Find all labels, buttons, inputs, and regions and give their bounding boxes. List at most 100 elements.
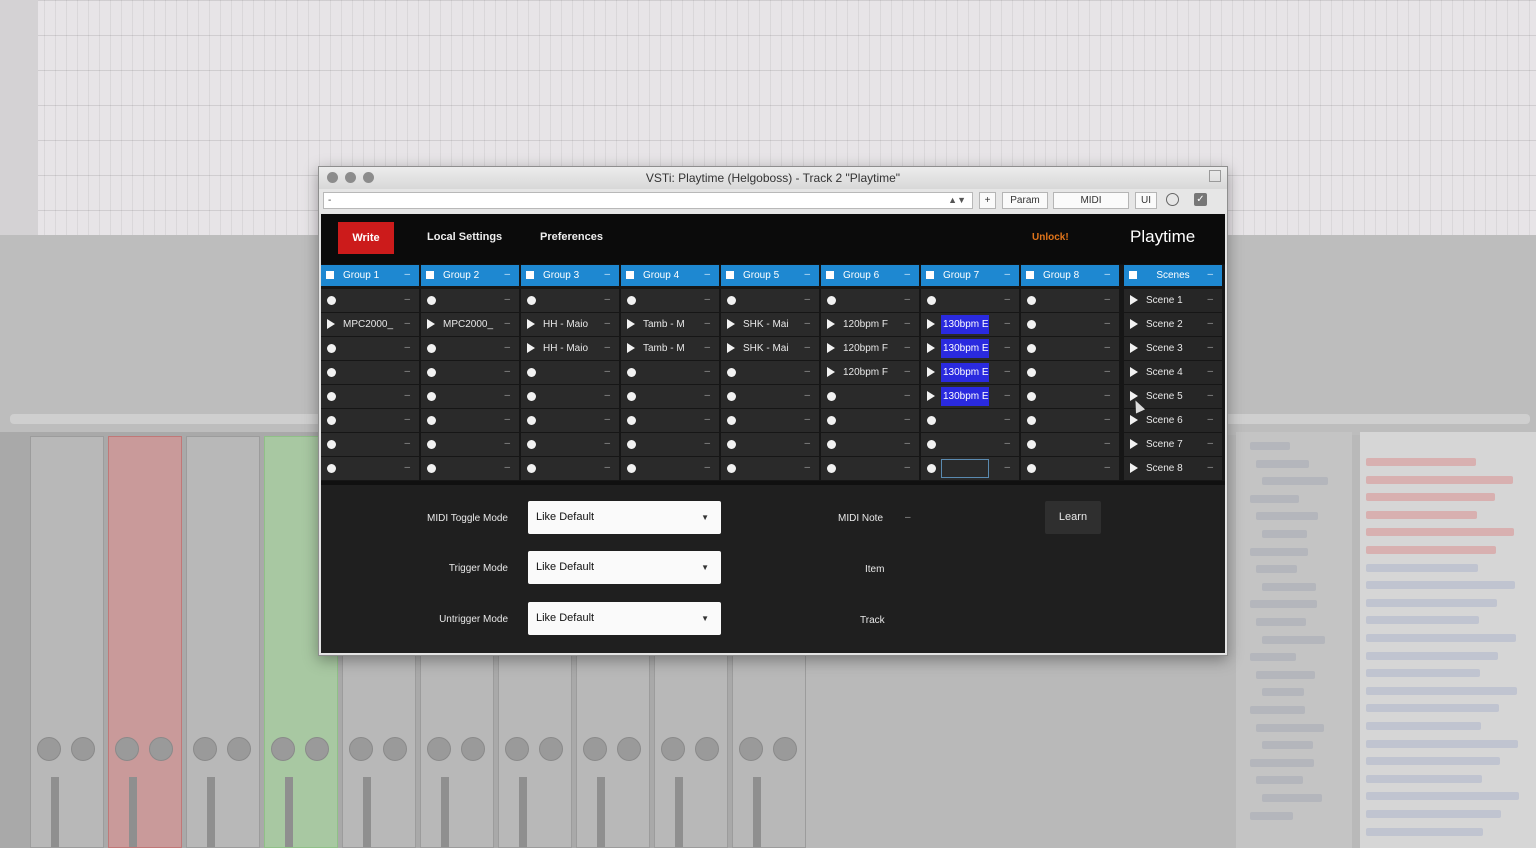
slot-menu-button[interactable]: –	[704, 390, 710, 401]
record-slot-icon[interactable]	[327, 392, 336, 401]
clip-slot[interactable]: –	[521, 433, 619, 456]
slot-menu-button[interactable]: –	[704, 294, 710, 305]
clip-slot[interactable]: –	[621, 385, 719, 408]
slot-menu-button[interactable]: –	[704, 414, 710, 425]
record-slot-icon[interactable]	[727, 440, 736, 449]
preset-select[interactable]: - ▲▼	[323, 192, 973, 209]
pan-knob-icon[interactable]	[661, 737, 685, 761]
clip-slot[interactable]: –	[521, 409, 619, 432]
slot-menu-button[interactable]: –	[404, 342, 410, 353]
group-menu-button[interactable]: –	[604, 269, 610, 280]
slot-menu-button[interactable]: –	[1104, 318, 1110, 329]
clip-slot[interactable]: –	[1021, 289, 1119, 312]
scene-row[interactable]: Scene 3 –	[1124, 337, 1222, 360]
scene-play-icon[interactable]	[1130, 367, 1138, 377]
scene-play-icon[interactable]	[1130, 343, 1138, 353]
group-menu-button[interactable]: –	[1004, 269, 1010, 280]
scene-row[interactable]: Scene 8 –	[1124, 457, 1222, 480]
slot-menu-button[interactable]: –	[604, 342, 610, 353]
record-slot-icon[interactable]	[427, 296, 436, 305]
group-header[interactable]: Group 8 –	[1021, 265, 1119, 286]
slot-menu-button[interactable]: –	[804, 462, 810, 473]
slot-menu-button[interactable]: –	[804, 390, 810, 401]
untrigger-mode-select[interactable]: Like Default ▼	[528, 602, 721, 635]
record-slot-icon[interactable]	[527, 416, 536, 425]
slot-menu-button[interactable]: –	[804, 318, 810, 329]
scene-menu-button[interactable]: –	[1207, 462, 1213, 473]
scene-menu-button[interactable]: –	[1207, 318, 1213, 329]
record-slot-icon[interactable]	[1027, 296, 1036, 305]
clip-slot[interactable]: 130bpm E –	[921, 385, 1019, 408]
volume-fader[interactable]	[675, 777, 683, 847]
play-icon[interactable]	[527, 319, 535, 329]
browser-folder-item[interactable]	[1256, 512, 1318, 521]
width-knob-icon[interactable]	[149, 737, 173, 761]
slot-menu-button[interactable]: –	[1004, 390, 1010, 401]
play-icon[interactable]	[427, 319, 435, 329]
slot-menu-button[interactable]: –	[604, 390, 610, 401]
clip-slot[interactable]: –	[721, 409, 819, 432]
scene-play-icon[interactable]	[1130, 319, 1138, 329]
slot-menu-button[interactable]: –	[804, 438, 810, 449]
slot-menu-button[interactable]: –	[504, 390, 510, 401]
plugin-list-item[interactable]	[1366, 757, 1500, 766]
browser-folder-item[interactable]	[1262, 582, 1316, 591]
slot-menu-button[interactable]: –	[704, 342, 710, 353]
record-slot-icon[interactable]	[1027, 392, 1036, 401]
slot-menu-button[interactable]: –	[504, 318, 510, 329]
record-slot-icon[interactable]	[627, 296, 636, 305]
slot-menu-button[interactable]: –	[404, 462, 410, 473]
slot-menu-button[interactable]: –	[604, 414, 610, 425]
plugin-list-item[interactable]	[1366, 669, 1480, 678]
group-menu-button[interactable]: –	[704, 269, 710, 280]
record-slot-icon[interactable]	[427, 392, 436, 401]
slot-menu-button[interactable]: –	[1104, 390, 1110, 401]
clip-slot[interactable]: 120bpm F –	[821, 313, 919, 336]
volume-fader[interactable]	[285, 777, 293, 847]
browser-folder-item[interactable]	[1256, 565, 1297, 574]
scene-row[interactable]: Scene 7 –	[1124, 433, 1222, 456]
slot-menu-button[interactable]: –	[504, 294, 510, 305]
clip-slot[interactable]: MPC2000_ –	[321, 313, 419, 336]
pan-knob-icon[interactable]	[583, 737, 607, 761]
volume-fader[interactable]	[207, 777, 215, 847]
pan-knob-icon[interactable]	[115, 737, 139, 761]
record-slot-icon[interactable]	[927, 416, 936, 425]
record-slot-icon[interactable]	[527, 464, 536, 473]
slot-menu-button[interactable]: –	[604, 294, 610, 305]
volume-fader[interactable]	[51, 777, 59, 847]
record-slot-icon[interactable]	[1027, 368, 1036, 377]
browser-folder-item[interactable]	[1262, 688, 1304, 697]
clip-slot[interactable]: –	[621, 409, 719, 432]
group-checkbox[interactable]	[1026, 271, 1034, 279]
group-checkbox[interactable]	[726, 271, 734, 279]
plugin-list-item[interactable]	[1366, 792, 1519, 801]
record-slot-icon[interactable]	[827, 392, 836, 401]
play-icon[interactable]	[927, 391, 935, 401]
scene-play-icon[interactable]	[1130, 463, 1138, 473]
plugin-list-item[interactable]	[1366, 616, 1479, 625]
fx-enabled-checkbox[interactable]: ✓	[1194, 193, 1207, 206]
group-header[interactable]: Group 4 –	[621, 265, 719, 286]
browser-folder-item[interactable]	[1250, 442, 1290, 450]
clip-slot[interactable]: –	[921, 409, 1019, 432]
slot-menu-button[interactable]: –	[1004, 294, 1010, 305]
clip-slot[interactable]: –	[621, 457, 719, 480]
clip-slot[interactable]: MPC2000_ –	[421, 313, 519, 336]
play-icon[interactable]	[627, 343, 635, 353]
clip-slot[interactable]: –	[321, 433, 419, 456]
browser-folder-item[interactable]	[1262, 477, 1328, 486]
plugin-list-item[interactable]	[1366, 704, 1499, 713]
slot-menu-button[interactable]: –	[804, 342, 810, 353]
scene-play-icon[interactable]	[1130, 415, 1138, 425]
scene-play-icon[interactable]	[1130, 439, 1138, 449]
record-slot-icon[interactable]	[927, 464, 936, 473]
clip-slot[interactable]: –	[321, 289, 419, 312]
group-header[interactable]: Group 7 –	[921, 265, 1019, 286]
slot-menu-button[interactable]: –	[904, 294, 910, 305]
plugin-list-item[interactable]	[1366, 458, 1476, 466]
clip-slot[interactable]: –	[321, 385, 419, 408]
clip-slot[interactable]: 120bpm F –	[821, 361, 919, 384]
preferences-button[interactable]: Preferences	[540, 231, 603, 243]
slot-menu-button[interactable]: –	[404, 390, 410, 401]
